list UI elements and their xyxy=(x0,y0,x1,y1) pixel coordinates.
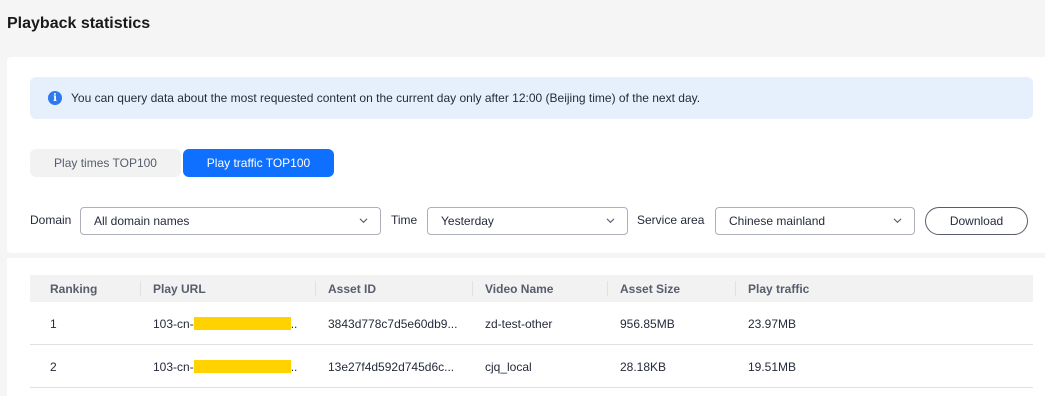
column-divider xyxy=(315,281,316,296)
cell-play-url[interactable]: 103-cn-.. xyxy=(153,360,297,374)
cell-video-name: zd-test-other xyxy=(485,317,553,331)
tab-play-times[interactable]: Play times TOP100 xyxy=(30,149,181,177)
chevron-down-icon xyxy=(606,218,615,224)
url-prefix: 103-cn- xyxy=(153,360,194,374)
cell-ranking: 1 xyxy=(50,317,57,331)
download-button[interactable]: Download xyxy=(925,207,1028,235)
time-select[interactable]: Yesterday xyxy=(427,207,628,235)
domain-select-value: All domain names xyxy=(94,214,190,228)
column-header-video-name[interactable]: Video Name xyxy=(485,282,553,296)
table-row: 2 103-cn-.. 13e27f4d592d745d6c... cjq_lo… xyxy=(30,345,1033,388)
redaction-mask xyxy=(193,360,291,373)
cell-play-traffic: 23.97MB xyxy=(748,317,797,331)
cell-asset-size: 28.18KB xyxy=(620,360,667,374)
table-row: 1 103-cn-.. 3843d778c7d5e60db9... zd-tes… xyxy=(30,302,1033,345)
column-header-asset-size[interactable]: Asset Size xyxy=(620,282,680,296)
column-divider xyxy=(735,281,736,296)
ranking-tabs: Play times TOP100 Play traffic TOP100 xyxy=(30,149,334,177)
column-divider xyxy=(140,281,141,296)
column-divider xyxy=(607,281,608,296)
column-divider xyxy=(472,281,473,296)
table-header: Ranking Play URL Asset ID Video Name Ass… xyxy=(30,275,1033,302)
cell-asset-id: 3843d778c7d5e60db9... xyxy=(328,317,458,331)
notice-text: You can query data about the most reques… xyxy=(71,91,701,105)
column-header-ranking[interactable]: Ranking xyxy=(50,282,97,296)
service-area-select-value: Chinese mainland xyxy=(729,214,826,228)
info-icon: i xyxy=(48,91,62,105)
cell-play-traffic: 19.51MB xyxy=(748,360,797,374)
page-title: Playback statistics xyxy=(7,15,151,32)
column-header-play-traffic[interactable]: Play traffic xyxy=(748,282,809,296)
cell-ranking: 2 xyxy=(50,360,57,374)
url-prefix: 103-cn- xyxy=(153,317,194,331)
domain-select[interactable]: All domain names xyxy=(80,207,381,235)
cell-asset-id: 13e27f4d592d745d6c... xyxy=(328,360,455,374)
chevron-down-icon xyxy=(359,218,368,224)
time-label: Time xyxy=(391,213,418,227)
cell-asset-size: 956.85MB xyxy=(620,317,675,331)
tab-play-traffic[interactable]: Play traffic TOP100 xyxy=(183,149,334,177)
cell-play-url[interactable]: 103-cn-.. xyxy=(153,317,297,331)
column-header-asset-id[interactable]: Asset ID xyxy=(328,282,376,296)
cell-video-name: cjq_local xyxy=(485,360,532,374)
url-ellipsis: .. xyxy=(290,317,298,331)
filter-bar: Domain All domain names Time Yesterday S… xyxy=(30,207,1030,235)
chevron-down-icon xyxy=(893,218,902,224)
url-ellipsis: .. xyxy=(290,360,298,374)
column-header-play-url[interactable]: Play URL xyxy=(153,282,206,296)
statistics-table: Ranking Play URL Asset ID Video Name Ass… xyxy=(30,275,1033,388)
service-area-label: Service area xyxy=(637,213,705,227)
domain-label: Domain xyxy=(30,213,72,227)
service-area-select[interactable]: Chinese mainland xyxy=(715,207,915,235)
time-select-value: Yesterday xyxy=(441,214,494,228)
info-notice: i You can query data about the most requ… xyxy=(30,77,1033,119)
redaction-mask xyxy=(193,317,291,330)
